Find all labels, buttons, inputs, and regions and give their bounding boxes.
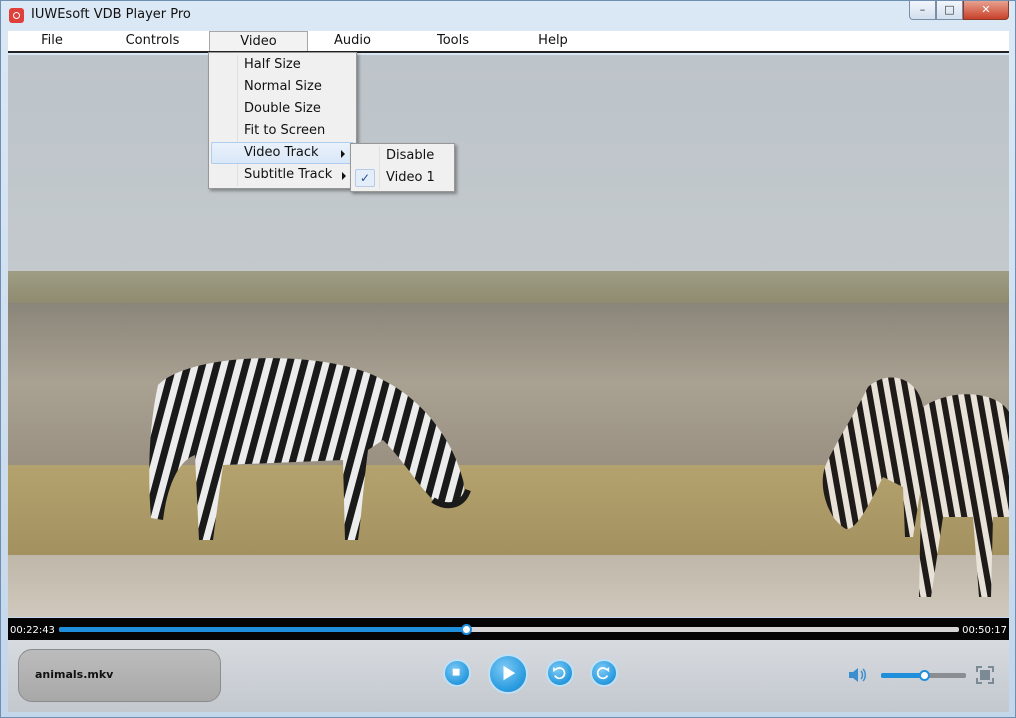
zebras-right xyxy=(822,377,1009,597)
menu-subtitle-track[interactable]: Subtitle Track xyxy=(209,164,356,186)
rewind-icon xyxy=(553,667,566,680)
fullscreen-icon[interactable] xyxy=(976,666,994,684)
submenu-arrow-icon xyxy=(342,172,346,180)
submenu-arrow-icon xyxy=(341,150,345,158)
menu-video-track-label: Video Track xyxy=(244,145,319,160)
menu-double-size[interactable]: Double Size xyxy=(209,98,356,120)
filename-label: animals.mkv xyxy=(35,668,114,681)
menu-controls[interactable]: Controls xyxy=(96,31,209,51)
video-track-submenu: Disable ✓ Video 1 xyxy=(350,143,455,192)
menu-bar: File Controls Video Audio Tools Help xyxy=(8,31,1009,53)
speaker-icon[interactable] xyxy=(847,665,869,685)
volume-thumb[interactable] xyxy=(918,670,930,681)
video-canvas[interactable] xyxy=(8,55,1009,617)
filename-display: animals.mkv xyxy=(18,649,221,702)
maximize-button[interactable]: □ xyxy=(936,1,963,20)
app-icon xyxy=(9,8,24,23)
close-button[interactable]: ✕ xyxy=(963,1,1009,20)
video-dropdown: Half Size Normal Size Double Size Fit to… xyxy=(208,52,357,189)
menu-file[interactable]: File xyxy=(8,31,96,51)
video-horizon xyxy=(8,271,1009,305)
forward-button[interactable] xyxy=(590,659,618,687)
stop-button[interactable] xyxy=(443,659,471,687)
submenu-video-1-label: Video 1 xyxy=(386,170,435,185)
play-button[interactable] xyxy=(488,654,528,694)
rewind-button[interactable] xyxy=(546,659,574,687)
title-bar: IUWEsoft VDB Player Pro – □ ✕ xyxy=(1,1,1015,30)
menu-video[interactable]: Video xyxy=(209,31,308,51)
progress-fill xyxy=(59,627,466,632)
submenu-video-1[interactable]: ✓ Video 1 xyxy=(351,167,454,189)
control-bar: animals.mkv xyxy=(8,640,1009,712)
total-time: 00:50:17 xyxy=(962,625,1007,636)
menu-fit-to-screen[interactable]: Fit to Screen xyxy=(209,120,356,142)
zebra-left xyxy=(149,358,471,540)
minimize-button[interactable]: – xyxy=(909,1,936,20)
seek-bar: 00:22:43 00:50:17 xyxy=(8,618,1009,640)
window-controls: – □ ✕ xyxy=(909,1,1009,20)
menu-help[interactable]: Help xyxy=(509,31,597,51)
menu-normal-size[interactable]: Normal Size xyxy=(209,76,356,98)
menu-video-track[interactable]: Video Track xyxy=(211,142,354,164)
menu-tools[interactable]: Tools xyxy=(397,31,509,51)
volume-fill xyxy=(881,673,924,678)
menu-subtitle-track-label: Subtitle Track xyxy=(244,167,333,182)
check-icon: ✓ xyxy=(355,169,375,187)
app-window: IUWEsoft VDB Player Pro – □ ✕ File Contr… xyxy=(0,0,1016,718)
menu-audio[interactable]: Audio xyxy=(308,31,397,51)
progress-track[interactable] xyxy=(59,624,959,635)
video-sky xyxy=(8,55,1009,277)
stop-icon xyxy=(452,668,460,676)
submenu-disable[interactable]: Disable xyxy=(351,145,454,167)
current-time: 00:22:43 xyxy=(10,625,55,636)
forward-icon xyxy=(596,667,610,680)
play-icon xyxy=(503,665,516,681)
menu-half-size[interactable]: Half Size xyxy=(209,54,356,76)
progress-thumb[interactable] xyxy=(460,624,472,635)
volume-slider[interactable] xyxy=(881,670,966,681)
window-title: IUWEsoft VDB Player Pro xyxy=(31,7,191,22)
